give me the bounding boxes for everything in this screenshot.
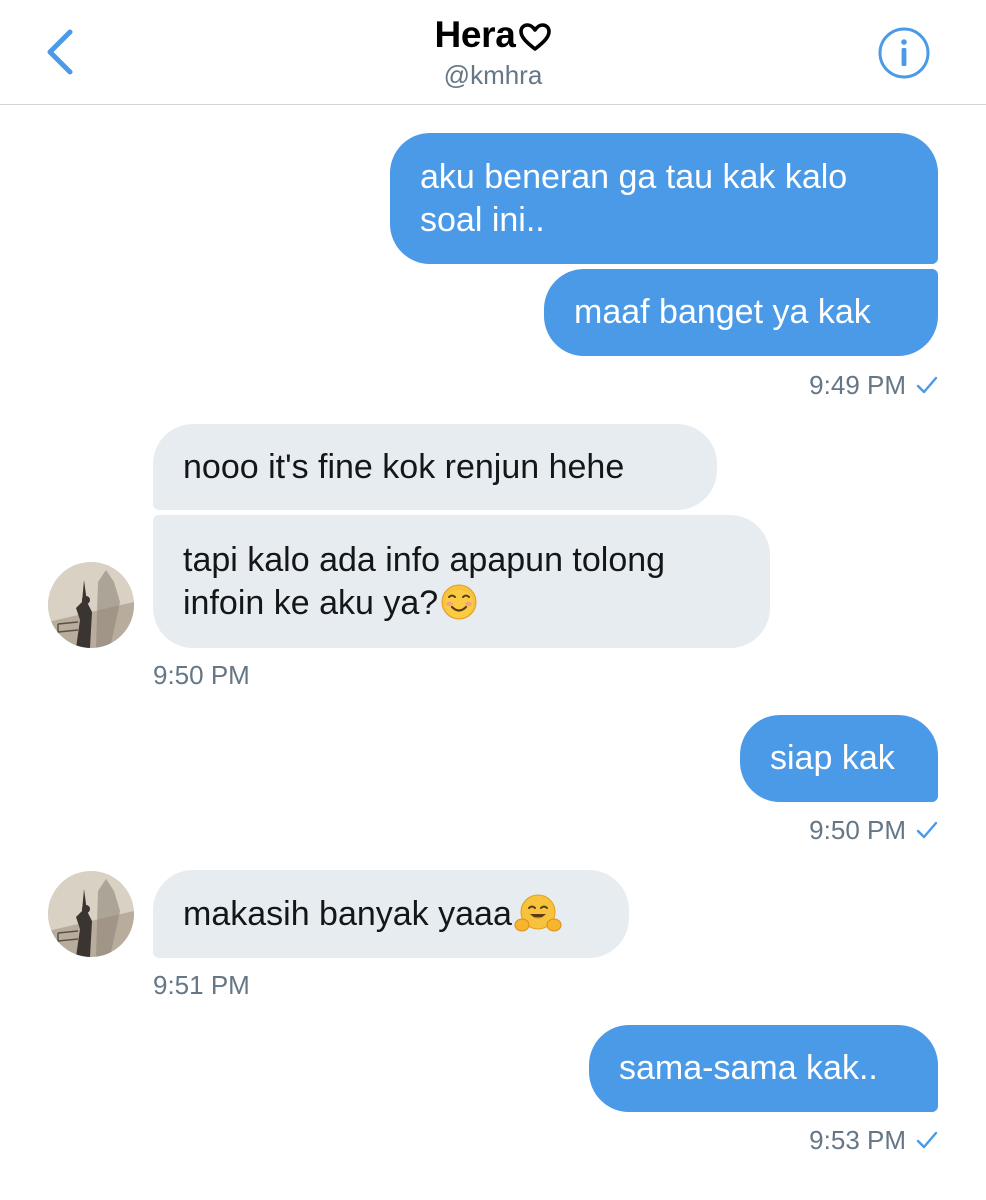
message-text: siap kak (770, 739, 895, 777)
message-bubble-outgoing[interactable]: aku beneran ga tau kak kalo soal ini.. (390, 133, 938, 264)
avatar[interactable] (48, 871, 134, 957)
avatar-photo (48, 562, 134, 648)
message-text: makasih banyak yaaa (183, 894, 512, 933)
hugging-face-emoji (514, 894, 562, 932)
message-timestamp: 9:50 PM (600, 813, 938, 847)
user-handle: @kmhra (443, 60, 543, 90)
page-title: Hera (434, 14, 516, 55)
message-text: maaf banget ya kak (574, 293, 871, 331)
conversation-title-block[interactable]: Hera @kmhra (0, 14, 986, 91)
message-text: aku beneran ga tau kak kalo soal ini.. (420, 157, 848, 239)
message-bubble-incoming[interactable]: makasih banyak yaaa (153, 870, 629, 958)
avatar[interactable] (48, 562, 134, 648)
message-bubble-outgoing[interactable]: siap kak (740, 715, 938, 802)
check-icon (916, 1131, 938, 1149)
message-bubble-incoming[interactable]: tapi kalo ada info apapun tolong infoin … (153, 515, 770, 648)
info-button[interactable] (877, 26, 931, 80)
avatar-photo (48, 871, 134, 957)
info-circle-icon (878, 27, 930, 79)
check-icon (916, 821, 938, 839)
conversation-header: Hera @kmhra (0, 0, 986, 105)
smiling-face-emoji (441, 584, 477, 620)
message-text: tapi kalo ada info apapun tolong infoin … (183, 540, 666, 622)
message-timestamp: 9:53 PM (600, 1123, 938, 1157)
message-bubble-outgoing[interactable]: sama-sama kak.. (589, 1025, 938, 1112)
check-icon (916, 376, 938, 394)
heart-outline-icon (518, 23, 551, 51)
message-bubble-outgoing[interactable]: maaf banget ya kak (544, 269, 938, 356)
message-text: nooo it's fine kok renjun hehe (183, 447, 625, 486)
message-timestamp: 9:49 PM (600, 368, 938, 402)
message-text: sama-sama kak.. (619, 1049, 878, 1087)
message-bubble-incoming[interactable]: nooo it's fine kok renjun hehe (153, 424, 717, 510)
message-timestamp: 9:50 PM (153, 659, 250, 690)
message-timestamp: 9:51 PM (153, 969, 250, 1000)
